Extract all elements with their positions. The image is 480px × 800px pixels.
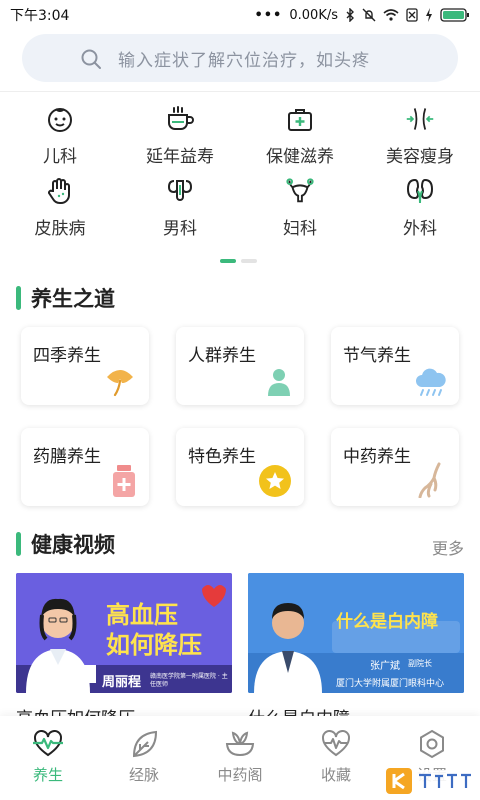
- category-pediatrics[interactable]: 儿科: [0, 100, 120, 172]
- video-doctor-title: 副院长: [408, 659, 432, 668]
- more-videos-link[interactable]: 更多: [432, 535, 464, 559]
- videos-section-header: 健康视频: [16, 529, 115, 559]
- bluetooth-icon: [346, 8, 354, 22]
- category-label: 皮肤病: [34, 219, 86, 239]
- heart-pulse-icon: [322, 730, 350, 757]
- person-icon: [268, 369, 290, 396]
- search-bar[interactable]: 输入症状了解穴位治疗，如头疼: [22, 34, 458, 82]
- rain-cloud-icon: [416, 368, 446, 396]
- status-time: 下午3:04: [10, 8, 70, 24]
- waist-slim-icon: [405, 104, 435, 134]
- tab-wellness[interactable]: 养生: [0, 716, 96, 800]
- medicine-bottle-icon: [113, 465, 135, 497]
- card-label: 四季养生: [33, 346, 101, 366]
- category-beauty-slim[interactable]: 美容瘦身: [360, 100, 480, 172]
- category-label: 儿科: [43, 147, 77, 167]
- more-dots-icon: •••: [254, 7, 283, 23]
- category-label: 延年益寿: [146, 147, 214, 167]
- sim-off-icon: [406, 8, 418, 22]
- section-accent-bar: [16, 286, 21, 310]
- card-label: 人群养生: [188, 346, 256, 366]
- wellness-card-solar-terms[interactable]: 节气养生: [331, 327, 459, 405]
- tab-meridians[interactable]: 经脉: [96, 716, 192, 800]
- uterus-icon: [285, 176, 315, 206]
- section-accent-bar: [16, 532, 21, 556]
- male-organ-icon: [165, 176, 195, 206]
- video-hospital: 厦门大学附属厦门眼科中心: [336, 679, 445, 689]
- wifi-icon: [383, 9, 399, 21]
- wellness-card-diet[interactable]: 药膳养生: [21, 428, 149, 506]
- watermark-logo: [386, 766, 476, 796]
- category-grid: 儿科 延年益寿 保健滋养 美容瘦身 皮肤病 男科 妇科 外科: [0, 100, 480, 244]
- tab-favorites[interactable]: 收藏: [288, 716, 384, 800]
- search-icon: [81, 49, 101, 69]
- tab-herbs[interactable]: 中药阁: [192, 716, 288, 800]
- wellness-card-seasons[interactable]: 四季养生: [21, 327, 149, 405]
- leaf-icon: [132, 730, 158, 758]
- charging-icon: [426, 8, 432, 22]
- ginkgo-leaf-icon: [107, 370, 133, 397]
- video-thumbnail-cataract[interactable]: 什么是白内障 张广斌 副院长 厦门大学附属厦门眼科中心: [248, 573, 464, 693]
- wellness-card-people[interactable]: 人群养生: [176, 327, 304, 405]
- kidney-icon: [405, 176, 435, 206]
- wellness-card-herbal[interactable]: 中药养生: [331, 428, 459, 506]
- battery-icon: [440, 8, 469, 22]
- teacup-icon: [165, 104, 195, 134]
- card-label: 特色养生: [188, 447, 256, 467]
- video-doctor-name: 张广斌: [370, 661, 400, 672]
- category-label: 美容瘦身: [386, 147, 454, 167]
- herb-bowl-icon: [225, 731, 255, 757]
- medical-kit-icon: [285, 104, 315, 134]
- page-indicator: [220, 259, 257, 263]
- category-label: 保健滋养: [266, 147, 334, 167]
- heartbeat-icon: [33, 730, 63, 757]
- section-title: 健康视频: [31, 533, 115, 557]
- category-label: 男科: [163, 219, 197, 239]
- ginseng-root-icon: [418, 462, 441, 498]
- video-doctor-info: 赣南医学院第一附属医院 · 主任医师: [150, 673, 228, 688]
- card-label: 药膳养生: [33, 447, 101, 467]
- video-thumb-title: 什么是白内障: [336, 612, 438, 632]
- page-dot-active: [220, 259, 236, 263]
- tab-label: 中药阁: [217, 766, 263, 784]
- tab-label: 养生: [32, 766, 63, 784]
- status-indicators: ••• 0.00K/s: [254, 8, 470, 23]
- video-doctor-name: 周丽程: [102, 675, 142, 690]
- category-longevity[interactable]: 延年益寿: [120, 100, 240, 172]
- category-gynecology[interactable]: 妇科: [240, 172, 360, 244]
- header-divider: [0, 91, 480, 92]
- card-label: 节气养生: [343, 346, 411, 366]
- category-surgery[interactable]: 外科: [360, 172, 480, 244]
- tab-label: 收藏: [320, 766, 351, 784]
- wellness-card-special[interactable]: 特色养生: [176, 428, 304, 506]
- section-title: 养生之道: [31, 287, 115, 311]
- category-dermatology[interactable]: 皮肤病: [0, 172, 120, 244]
- tab-label: 经脉: [128, 766, 159, 784]
- star-badge-icon: [259, 465, 291, 497]
- category-label: 外科: [403, 219, 437, 239]
- page-dot: [241, 259, 257, 263]
- hand-skin-icon: [45, 176, 75, 206]
- category-andrology[interactable]: 男科: [120, 172, 240, 244]
- category-health-care[interactable]: 保健滋养: [240, 100, 360, 172]
- category-label: 妇科: [283, 219, 317, 239]
- video-thumbnail-art: [248, 573, 464, 693]
- settings-hexagon-icon: [420, 729, 444, 759]
- card-label: 中药养生: [343, 447, 411, 467]
- baby-face-icon: [45, 104, 75, 134]
- mute-icon: [362, 8, 376, 22]
- search-input[interactable]: 输入症状了解穴位治疗，如头疼: [118, 46, 370, 71]
- wellness-section-header: 养生之道: [16, 283, 115, 313]
- video-thumbnail-hypertension[interactable]: 高血压 如何降压 周丽程 赣南医学院第一附属医院 · 主任医师: [16, 573, 232, 693]
- video-thumb-title-line2: 如何降压: [106, 631, 202, 659]
- status-bar: 下午3:04 ••• 0.00K/s: [0, 0, 480, 30]
- network-speed: 0.00K/s: [289, 7, 338, 23]
- kuaipan-logo-icon: [386, 768, 474, 794]
